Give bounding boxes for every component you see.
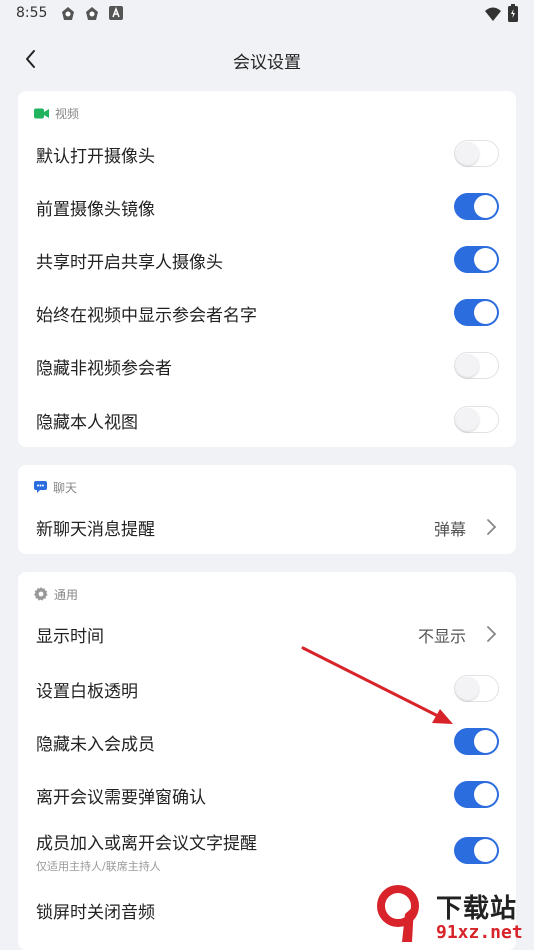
chevron-right-icon [487, 519, 497, 535]
setting-row-hide-self-view: 隐藏本人视图 [18, 393, 516, 446]
watermark-9-logo-icon [377, 885, 419, 942]
setting-row-hide-non-video: 隐藏非视频参会者 [18, 339, 516, 392]
gear-icon [34, 587, 48, 601]
setting-label: 离开会议需要弹窗确认 [36, 788, 206, 808]
toggle-switch[interactable] [454, 837, 499, 864]
setting-sublabel: 仅适用主持人/联席主持人 [36, 860, 161, 873]
setting-label: 锁屏时关闭音频 [36, 903, 155, 923]
video-camera-icon [34, 108, 49, 118]
toggle-switch[interactable] [454, 193, 499, 220]
toggle-switch[interactable] [454, 728, 499, 755]
watermark-logo: 下载站 91xz.net [368, 884, 534, 948]
chat-section-title: 聊天 [53, 480, 78, 495]
toggle-switch[interactable] [454, 246, 499, 273]
chevron-right-icon [487, 626, 497, 642]
toggle-switch[interactable] [454, 140, 499, 167]
setting-label: 始终在视频中显示参会者名字 [36, 306, 257, 326]
setting-row-join-leave-reminder: 成员加入或离开会议文字提醒 仅适用主持人/联席主持人 [18, 818, 516, 880]
setting-row-share-camera: 共享时开启共享人摄像头 [18, 233, 516, 286]
video-section-title: 视频 [55, 106, 80, 121]
wifi-icon [485, 7, 501, 21]
status-time: 8:55 [16, 5, 48, 21]
setting-label: 隐藏未入会成员 [36, 735, 155, 755]
toggle-switch[interactable] [454, 675, 499, 702]
setting-label: 显示时间 [36, 627, 104, 647]
general-section-title: 通用 [54, 587, 79, 602]
video-settings-card: 视频 默认打开摄像头 前置摄像头镜像 共享时开启共享人摄像头 始终在视频中显示参… [18, 91, 516, 447]
setting-label: 设置白板透明 [36, 682, 138, 702]
setting-row-show-names: 始终在视频中显示参会者名字 [18, 286, 516, 339]
chat-section-header: 聊天 [34, 477, 77, 497]
setting-value: 弹幕 [433, 520, 466, 539]
toggle-switch[interactable] [454, 352, 499, 379]
setting-label: 隐藏本人视图 [36, 413, 138, 433]
setting-row-leave-confirm: 离开会议需要弹窗确认 [18, 768, 516, 821]
setting-row-show-time[interactable]: 显示时间 不显示 [18, 607, 516, 660]
setting-label: 新聊天消息提醒 [36, 520, 155, 540]
setting-row-front-camera-mirror: 前置摄像头镜像 [18, 180, 516, 233]
toggle-switch[interactable] [454, 299, 499, 326]
setting-label: 共享时开启共享人摄像头 [36, 253, 223, 273]
setting-label: 前置摄像头镜像 [36, 200, 155, 220]
setting-label: 成员加入或离开会议文字提醒 [36, 834, 257, 854]
app-a-icon [109, 6, 123, 20]
setting-row-whiteboard-transparent: 设置白板透明 [18, 662, 516, 715]
app-notification-icon [86, 7, 98, 20]
general-section-header: 通用 [34, 584, 78, 604]
battery-icon [508, 4, 518, 22]
header: 会议设置 [0, 28, 534, 90]
setting-label: 默认打开摄像头 [36, 147, 155, 167]
setting-value: 不显示 [417, 627, 466, 646]
setting-row-new-message-alert[interactable]: 新聊天消息提醒 弹幕 [18, 500, 516, 553]
setting-row-hide-unjoined: 隐藏未入会成员 [18, 715, 516, 768]
watermark-url: 91xz.net [436, 922, 523, 943]
chat-bubble-icon [34, 481, 47, 493]
app-notification-icon [62, 7, 74, 20]
toggle-switch[interactable] [454, 781, 499, 808]
status-bar: 8:55 [0, 0, 534, 28]
video-section-header: 视频 [34, 103, 79, 123]
toggle-switch[interactable] [454, 406, 499, 433]
setting-label: 隐藏非视频参会者 [36, 359, 172, 379]
page-title: 会议设置 [233, 53, 301, 73]
chat-settings-card: 聊天 新聊天消息提醒 弹幕 [18, 465, 516, 554]
setting-row-default-camera-on: 默认打开摄像头 [18, 127, 516, 180]
watermark-text: 下载站 [436, 894, 518, 924]
